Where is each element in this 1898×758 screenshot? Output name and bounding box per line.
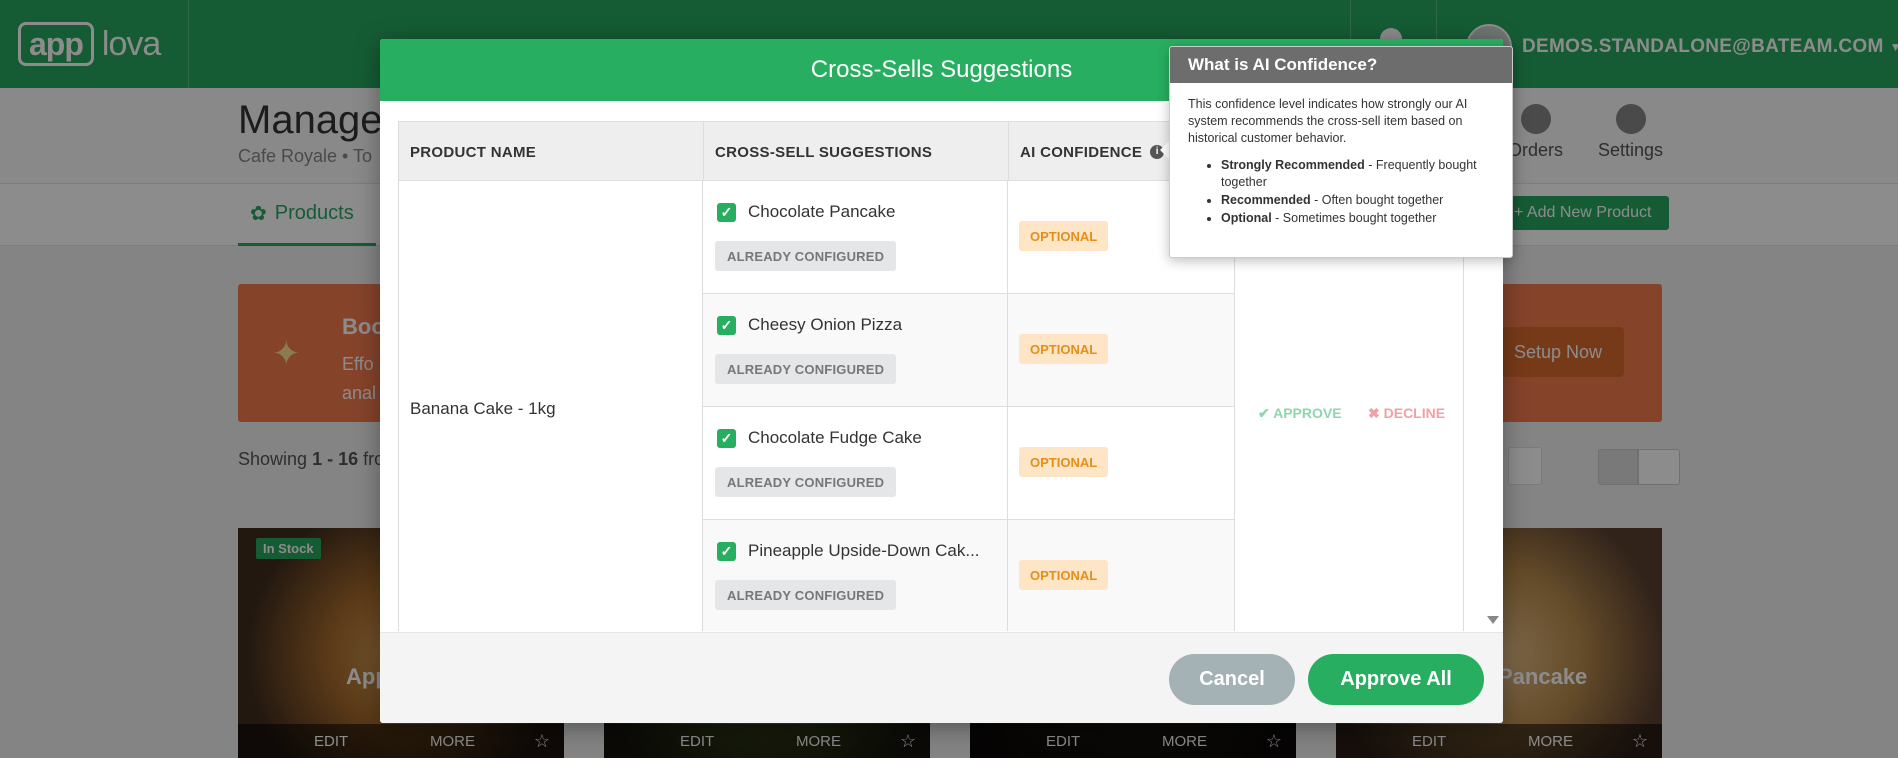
suggestion-name: Chocolate Fudge Cake <box>748 428 922 447</box>
confidence-badge: OPTIONAL <box>1019 447 1109 477</box>
status-badge: ALREADY CONFIGURED <box>715 467 897 497</box>
level-term: Recommended <box>1221 193 1311 207</box>
table-row: ✓ Chocolate Fudge Cake ALREADY CONFIGURE… <box>703 407 1235 520</box>
status-badge: ALREADY CONFIGURED <box>715 354 897 384</box>
checkbox-checked[interactable]: ✓ <box>717 203 736 222</box>
popover-body: This confidence level indicates how stro… <box>1170 83 1512 227</box>
approve-all-button[interactable]: Approve All <box>1308 654 1484 705</box>
confidence-cell: OPTIONAL <box>1008 294 1235 407</box>
status-badge: ALREADY CONFIGURED <box>715 580 897 610</box>
decline-label: DECLINE <box>1383 405 1446 421</box>
popover-title: What is AI Confidence? <box>1170 47 1512 83</box>
column-header-label: PRODUCT NAME <box>410 143 537 161</box>
cancel-button[interactable]: Cancel <box>1169 654 1295 705</box>
approve-button[interactable]: ✔ APPROVE <box>1258 405 1342 422</box>
suggestion-name: Cheesy Onion Pizza <box>748 315 903 334</box>
suggestion-cell: ✓ Pineapple Upside-Down Cak... ALREADY C… <box>703 520 1008 631</box>
checkbox-checked[interactable]: ✓ <box>717 316 736 335</box>
column-header-suggestions: CROSS-SELL SUGGESTIONS <box>704 122 1009 182</box>
approve-label: APPROVE <box>1273 405 1342 421</box>
table-row: ✓ Pineapple Upside-Down Cak... ALREADY C… <box>703 520 1235 631</box>
suggestion-cell: ✓ Cheesy Onion Pizza ALREADY CONFIGURED <box>703 294 1008 407</box>
modal-footer: Cancel Approve All <box>380 632 1503 723</box>
popover-description: This confidence level indicates how stro… <box>1188 97 1468 145</box>
scroll-down-arrow-icon[interactable] <box>1487 616 1499 624</box>
confidence-badge: OPTIONAL <box>1019 560 1109 590</box>
suggestion-cell: ✓ Chocolate Fudge Cake ALREADY CONFIGURE… <box>703 407 1008 520</box>
confidence-badge: OPTIONAL <box>1019 221 1109 251</box>
level-term: Optional <box>1221 211 1272 225</box>
level-desc: - Often bought together <box>1310 193 1444 207</box>
confidence-levels-list: Strongly Recommended - Frequently bought… <box>1221 157 1494 227</box>
suggestion-name: Pineapple Upside-Down Cak... <box>748 541 980 560</box>
list-item: Optional - Sometimes bought together <box>1221 210 1494 227</box>
column-header-product: PRODUCT NAME <box>399 122 704 182</box>
level-term: Strongly Recommended <box>1221 158 1365 172</box>
decline-button[interactable]: ✖ DECLINE <box>1368 405 1445 422</box>
confidence-cell: OPTIONAL <box>1008 407 1235 520</box>
column-header-label: CROSS-SELL SUGGESTIONS <box>715 143 933 161</box>
table-row: ✓ Cheesy Onion Pizza ALREADY CONFIGURED … <box>703 294 1235 407</box>
product-cell: Banana Cake - 1kg <box>398 181 703 631</box>
table-row: ✓ Chocolate Pancake ALREADY CONFIGURED O… <box>703 181 1235 294</box>
checkbox-checked[interactable]: ✓ <box>717 429 736 448</box>
list-item: Strongly Recommended - Frequently bought… <box>1221 157 1494 191</box>
suggestion-cell: ✓ Chocolate Pancake ALREADY CONFIGURED <box>703 181 1008 294</box>
list-item: Recommended - Often bought together <box>1221 192 1494 209</box>
suggestion-name: Chocolate Pancake <box>748 202 896 221</box>
close-icon: ✖ <box>1368 405 1380 421</box>
check-icon: ✔ <box>1258 405 1270 421</box>
confidence-badge: OPTIONAL <box>1019 334 1109 364</box>
ai-confidence-popover: What is AI Confidence? This confidence l… <box>1169 46 1513 258</box>
status-badge: ALREADY CONFIGURED <box>715 241 897 271</box>
confidence-cell: OPTIONAL <box>1008 520 1235 631</box>
checkbox-checked[interactable]: ✓ <box>717 542 736 561</box>
product-name: Banana Cake - 1kg <box>410 399 556 418</box>
column-header-label: AI CONFIDENCE <box>1020 143 1143 161</box>
level-desc: - Sometimes bought together <box>1271 211 1437 225</box>
